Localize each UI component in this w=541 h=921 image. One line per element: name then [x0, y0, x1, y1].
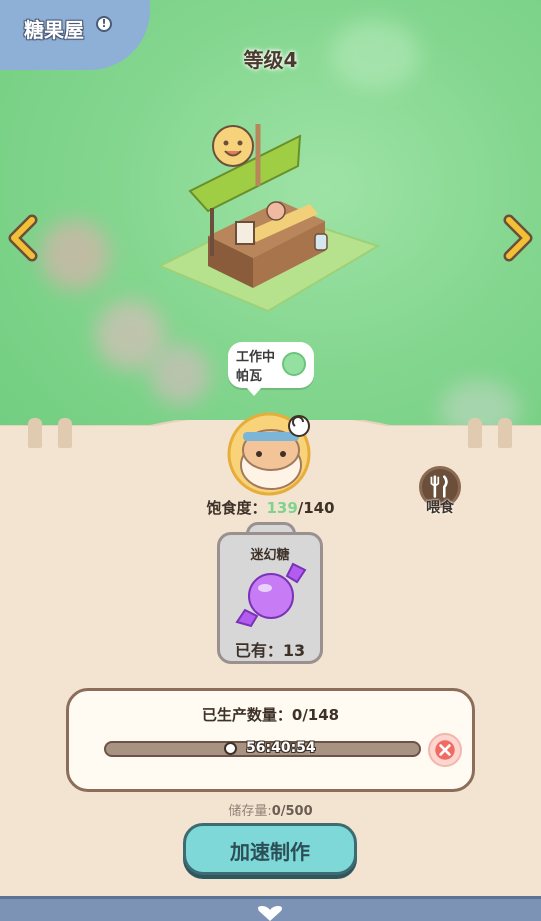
storage-value: 0/500: [271, 804, 313, 819]
satiety-max: /140: [297, 499, 335, 517]
heart-icon[interactable]: [256, 905, 284, 921]
worker-name: 帕瓦: [236, 369, 263, 384]
speed-up-label: 加速制作: [230, 840, 310, 864]
page-title: 糖果屋: [24, 18, 84, 42]
status-bubble: 工作中 帕瓦: [228, 342, 314, 396]
produced-count: 已生产数量：0/148: [201, 706, 340, 724]
satiety-label: 饱食度：: [206, 499, 267, 517]
candy-icon: [235, 562, 307, 628]
close-icon: [435, 740, 455, 760]
level-label: 等级4: [243, 48, 298, 72]
feed-label: 喂食: [426, 500, 454, 516]
countdown-timer: 56:40:54: [246, 740, 316, 756]
post-decoration: [498, 418, 512, 448]
item-owned-count: 已有：13: [234, 641, 306, 660]
post-decoration: [28, 418, 42, 448]
storage-readout: 储存量:0/500: [0, 800, 541, 819]
status-text: 工作中: [236, 350, 276, 365]
smile-icon: [282, 352, 306, 376]
candy-stall-building[interactable]: [150, 96, 390, 326]
fork-knife-icon: [430, 475, 448, 498]
post-decoration: [468, 418, 482, 448]
chevron-left-icon[interactable]: [6, 214, 40, 262]
cancel-button[interactable]: [428, 733, 462, 767]
post-decoration: [58, 418, 72, 448]
clock-icon: [224, 742, 237, 755]
storage-label: 储存量:: [228, 804, 272, 819]
info-icon[interactable]: !: [96, 16, 112, 32]
hamster-avatar[interactable]: [223, 410, 315, 500]
satiety-current: 139: [266, 499, 298, 517]
chevron-right-icon[interactable]: [501, 214, 535, 262]
